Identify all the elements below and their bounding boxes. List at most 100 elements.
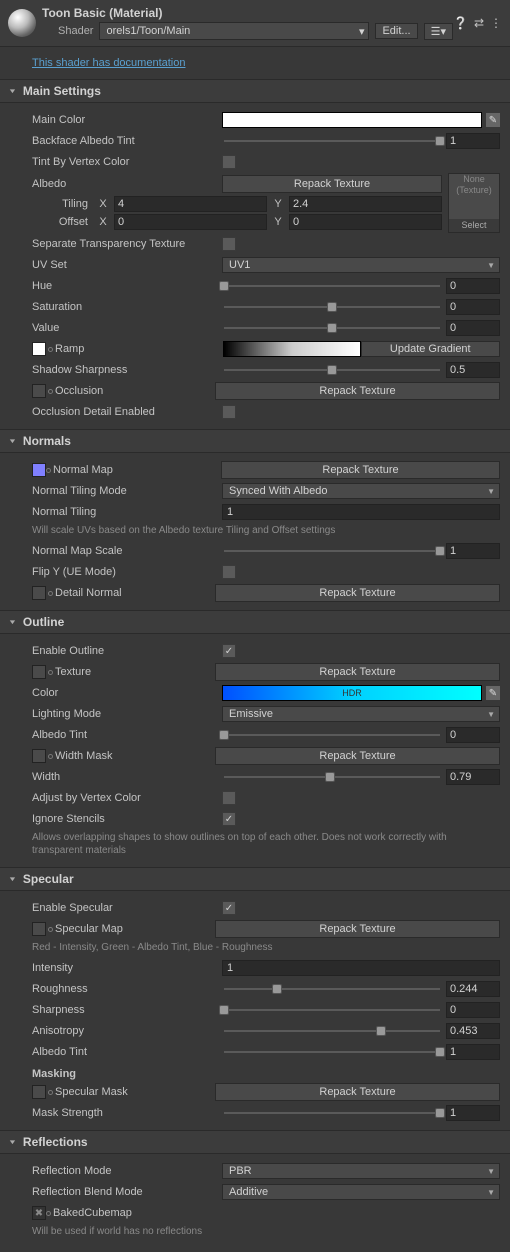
normal-tiling-value[interactable] [222,504,500,520]
ramp-gradient[interactable] [223,341,361,357]
detail-normal-link-icon[interactable] [48,591,53,596]
help-icon[interactable]: ❔ [453,16,468,30]
sat-slider[interactable] [222,299,442,315]
reflection-blend-dropdown[interactable]: Additive [222,1184,500,1200]
offset-y[interactable] [289,214,442,230]
texture-select-button[interactable]: Select [449,219,499,232]
section-specular[interactable]: Specular [0,867,510,891]
spec-albedo-tint-value[interactable] [446,1044,500,1060]
value-value[interactable] [446,320,500,336]
normal-repack-button[interactable]: Repack Texture [221,461,500,479]
backface-tint-value[interactable] [446,133,500,149]
ignore-stencils-checkbox[interactable] [222,812,236,826]
tint-vertex-checkbox[interactable] [222,155,236,169]
flipy-label: Flip Y (UE Mode) [32,566,222,578]
albedo-repack-button[interactable]: Repack Texture [222,175,442,193]
mask-strength-value[interactable] [446,1105,500,1121]
documentation-link[interactable]: This shader has documentation [32,57,185,69]
tiling-y[interactable] [289,196,442,212]
intensity-value[interactable] [222,960,500,976]
material-title: Toon Basic (Material) [42,6,453,20]
albedo-texture-slot[interactable]: None (Texture) Select [448,173,500,233]
intensity-label: Intensity [32,962,222,974]
width-mask-repack-button[interactable]: Repack Texture [215,747,500,765]
spec-map-link-icon[interactable] [48,927,53,932]
width-mask-slot[interactable] [32,749,46,763]
normal-tiling-mode-dropdown[interactable]: Synced With Albedo [222,483,500,499]
ramp-link-icon[interactable] [48,347,53,352]
section-main-settings[interactable]: Main Settings [0,79,510,103]
anisotropy-slider[interactable] [222,1023,442,1039]
detail-normal-slot[interactable] [32,586,46,600]
menu-icon[interactable]: ☰▾ [424,23,453,40]
outline-tex-link-icon[interactable] [48,670,53,675]
normal-scale-value[interactable] [446,543,500,559]
material-preview-sphere-icon[interactable] [8,9,36,37]
presets-icon[interactable]: ⇄ [474,16,484,30]
outline-albedo-tint-value[interactable] [446,727,500,743]
outline-width-slider[interactable] [222,769,442,785]
sharpness-value[interactable] [446,1002,500,1018]
context-menu-icon[interactable]: ⋮ [490,16,502,30]
outline-width-value[interactable] [446,769,500,785]
value-slider[interactable] [222,320,442,336]
update-gradient-button[interactable]: Update Gradient [361,341,501,357]
ramp-swatch[interactable] [32,342,46,356]
width-mask-link-icon[interactable] [48,754,53,759]
cubemap-link-icon[interactable] [46,1211,51,1216]
roughness-slider[interactable] [222,981,442,997]
spec-mask-link-icon[interactable] [48,1090,53,1095]
normal-scale-slider[interactable] [222,543,442,559]
shader-dropdown[interactable]: orels1/Toon/Main [99,22,369,40]
tiling-x[interactable] [114,196,267,212]
shadow-sharp-value[interactable] [446,362,500,378]
spec-albedo-tint-slider[interactable] [222,1044,442,1060]
adjust-vc-checkbox[interactable] [222,791,236,805]
lighting-mode-label: Lighting Mode [32,708,222,720]
outline-repack-button[interactable]: Repack Texture [215,663,500,681]
enable-specular-checkbox[interactable] [222,901,236,915]
main-color-swatch[interactable] [222,112,482,128]
detail-normal-repack-button[interactable]: Repack Texture [215,584,500,602]
backface-tint-slider[interactable] [222,133,442,149]
lighting-mode-dropdown[interactable]: Emissive [222,706,500,722]
outline-albedo-tint-slider[interactable] [222,727,442,743]
uvset-dropdown[interactable]: UV1 [222,257,500,273]
outline-color-swatch[interactable]: HDR [222,685,482,701]
spec-map-repack-button[interactable]: Repack Texture [215,920,500,938]
shadow-sharp-slider[interactable] [222,362,442,378]
occlusion-tex-slot[interactable] [32,384,46,398]
normal-link-icon[interactable] [46,468,51,473]
outline-help-text: Allows overlapping shapes to show outlin… [32,831,500,857]
offset-x[interactable] [114,214,267,230]
reflection-mode-dropdown[interactable]: PBR [222,1163,500,1179]
specular-body: Enable Specular Specular Map Repack Text… [0,891,510,1130]
section-normals[interactable]: Normals [0,429,510,453]
hue-value[interactable] [446,278,500,294]
sep-trans-checkbox[interactable] [222,237,236,251]
hue-slider[interactable] [222,278,442,294]
y-label: Y [271,198,285,210]
color-picker-icon[interactable]: ✎ [486,113,500,127]
section-reflections[interactable]: Reflections [0,1130,510,1154]
normal-map-swatch[interactable] [32,463,46,477]
enable-outline-checkbox[interactable] [222,644,236,658]
cubemap-slot-icon[interactable]: ✖ [32,1206,46,1220]
occ-detail-checkbox[interactable] [222,405,236,419]
spec-mask-slot[interactable] [32,1085,46,1099]
normal-help-text: Will scale UVs based on the Albedo textu… [32,524,500,537]
edit-button[interactable]: Edit... [375,23,417,39]
section-outline[interactable]: Outline [0,610,510,634]
outline-color-picker-icon[interactable]: ✎ [486,686,500,700]
occlusion-repack-button[interactable]: Repack Texture [215,382,500,400]
occlusion-link-icon[interactable] [48,389,53,394]
spec-map-slot[interactable] [32,922,46,936]
anisotropy-value[interactable] [446,1023,500,1039]
flipy-checkbox[interactable] [222,565,236,579]
mask-strength-slider[interactable] [222,1105,442,1121]
sat-value[interactable] [446,299,500,315]
outline-tex-slot[interactable] [32,665,46,679]
spec-mask-repack-button[interactable]: Repack Texture [215,1083,500,1101]
sharpness-slider[interactable] [222,1002,442,1018]
roughness-value[interactable] [446,981,500,997]
